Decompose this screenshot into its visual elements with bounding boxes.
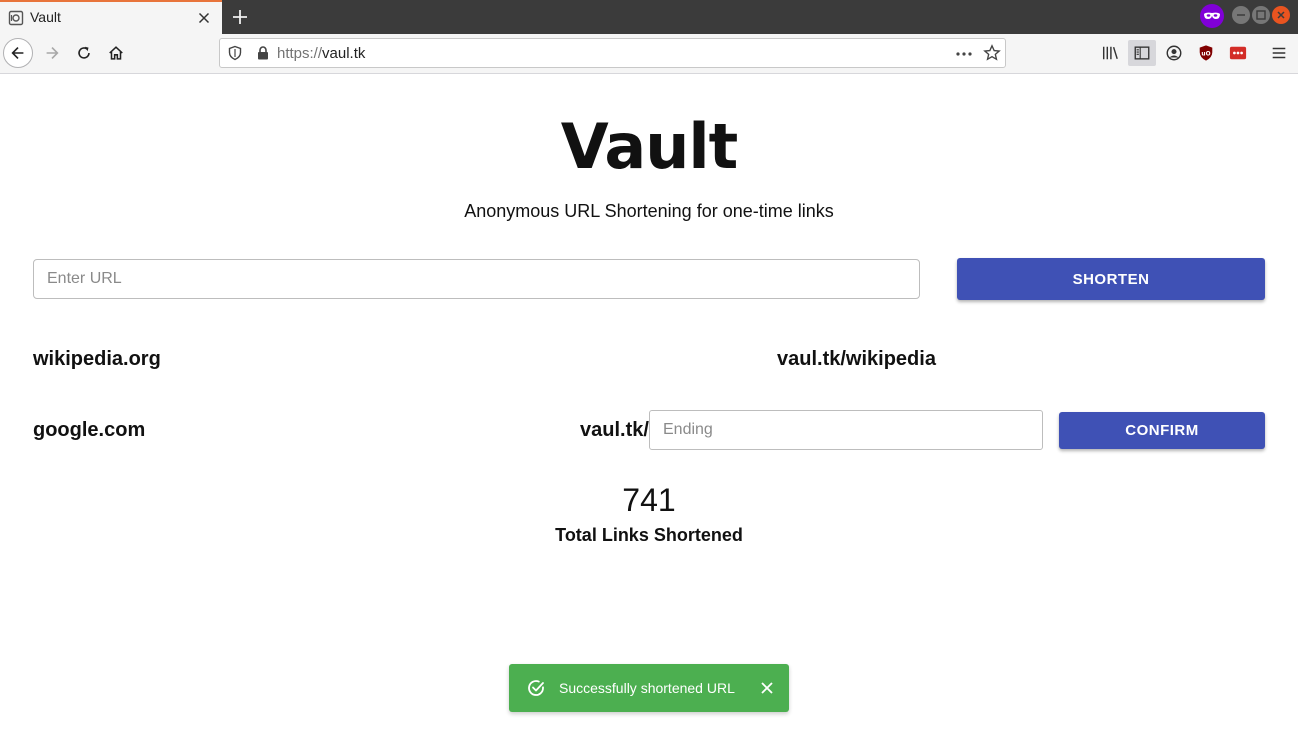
lock-icon[interactable]	[255, 45, 271, 61]
ending-input[interactable]	[649, 410, 1043, 450]
page-subtitle: Anonymous URL Shortening for one-time li…	[464, 201, 834, 221]
toast-message: Successfully shortened URL	[559, 680, 735, 696]
reload-icon	[78, 46, 90, 59]
new-tab-icon[interactable]	[230, 7, 250, 27]
page-actions-more-icon[interactable]	[954, 46, 974, 62]
address-bar[interactable]: https://vaul.tk	[219, 38, 1006, 68]
link-original-google: google.com	[33, 419, 146, 441]
total-links-count: 741	[622, 482, 676, 518]
short-url-prefix: vaul.tk/	[580, 419, 649, 441]
tab-title: Vault	[30, 9, 61, 25]
tab-vault[interactable]: Vault	[0, 0, 222, 34]
maximize-window-icon[interactable]	[1252, 6, 1270, 24]
vault-favicon-icon	[8, 10, 24, 26]
forward-arrow-icon	[46, 47, 59, 59]
url-text: https://vaul.tk	[277, 45, 365, 62]
close-toast-icon[interactable]	[759, 680, 775, 696]
reload-button[interactable]	[69, 38, 99, 68]
lastpass-icon[interactable]	[1227, 42, 1249, 64]
library-icon[interactable]	[1099, 42, 1121, 64]
sidebar-toggle-icon[interactable]	[1128, 40, 1156, 66]
private-browsing-icon	[1200, 4, 1224, 28]
close-tab-icon[interactable]	[196, 10, 212, 26]
ublock-origin-icon[interactable]: uO	[1195, 42, 1217, 64]
back-arrow-icon	[11, 47, 24, 59]
close-window-icon[interactable]	[1272, 6, 1290, 24]
navigation-toolbar: https://vaul.tk uO	[0, 34, 1298, 74]
minimize-window-icon[interactable]	[1232, 6, 1250, 24]
check-circle-icon	[528, 680, 544, 696]
account-icon[interactable]	[1163, 42, 1185, 64]
home-icon	[109, 46, 123, 60]
tab-bar: Vault	[0, 0, 1298, 34]
bookmark-star-icon[interactable]	[983, 44, 1001, 62]
home-button[interactable]	[101, 38, 131, 68]
back-button[interactable]	[3, 38, 33, 68]
url-scheme: https://	[277, 45, 323, 62]
confirm-button[interactable]: CONFIRM	[1059, 412, 1265, 449]
svg-text:uO: uO	[1201, 51, 1210, 57]
success-toast: Successfully shortened URL	[509, 664, 789, 712]
link-original-wikipedia: wikipedia.org	[33, 348, 161, 370]
shorten-button[interactable]: SHORTEN	[957, 258, 1265, 300]
page-title: Vault	[560, 110, 738, 183]
url-input[interactable]	[33, 259, 920, 299]
link-short-wikipedia: vaul.tk/wikipedia	[777, 348, 936, 370]
forward-button[interactable]	[37, 38, 67, 68]
total-links-label: Total Links Shortened	[555, 525, 743, 545]
url-host: vaul.tk	[322, 45, 366, 62]
tracking-protection-shield-icon[interactable]	[227, 45, 243, 61]
hamburger-menu-icon[interactable]	[1268, 42, 1290, 64]
